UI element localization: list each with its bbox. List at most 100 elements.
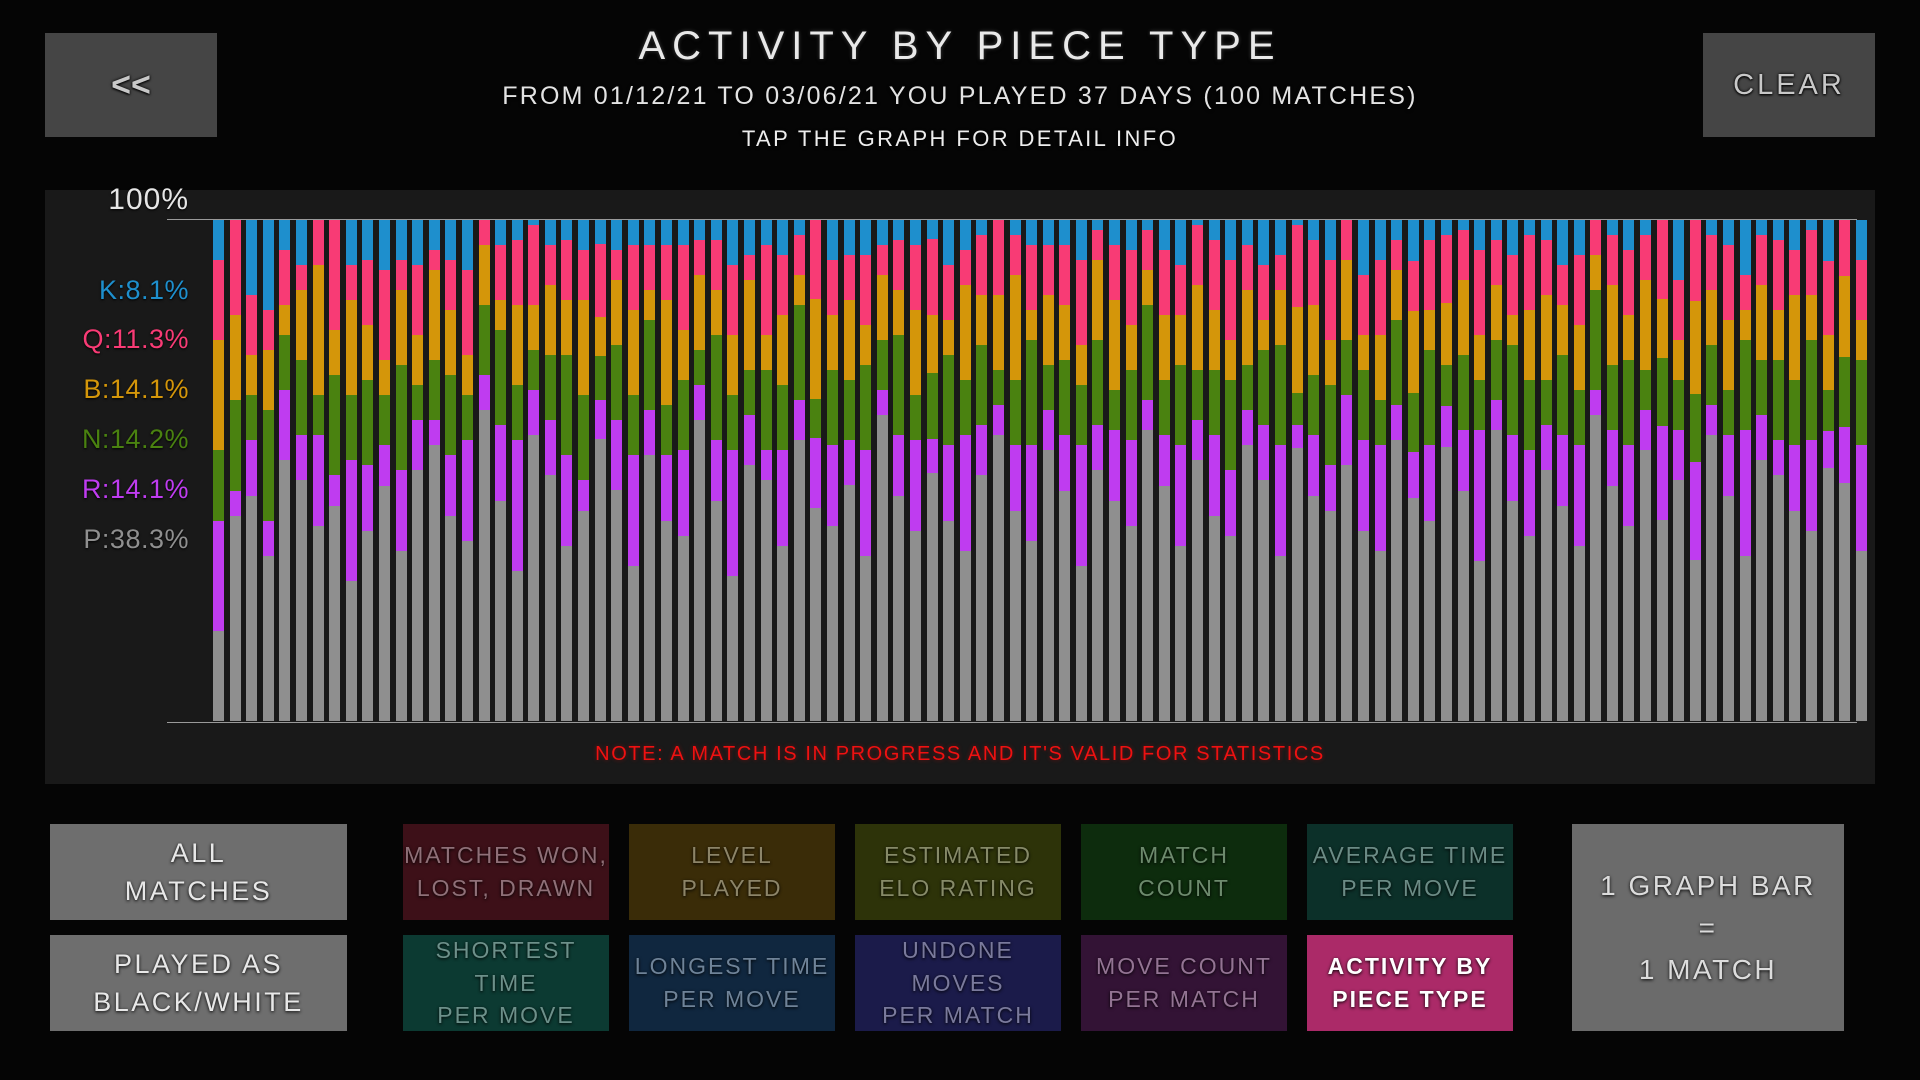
bar-match-55[interactable] (1109, 220, 1121, 721)
bar-match-97[interactable] (1806, 220, 1817, 721)
bar-match-50[interactable] (1026, 220, 1038, 721)
bar-match-82[interactable] (1557, 220, 1569, 721)
stat-button-longest-time-per-move[interactable]: LONGEST TIME PER MOVE (629, 935, 835, 1031)
bar-match-56[interactable] (1125, 220, 1137, 721)
bar-match-30[interactable] (694, 220, 706, 721)
bar-match-88[interactable] (1656, 220, 1668, 721)
bar-match-1[interactable] (213, 220, 224, 721)
bar-match-33[interactable] (744, 220, 755, 721)
bar-match-16[interactable] (461, 220, 473, 721)
bar-match-81[interactable] (1540, 220, 1552, 721)
bar-match-49[interactable] (1009, 220, 1021, 721)
bar-match-83[interactable] (1573, 220, 1585, 721)
stat-button-activity-by-piece-type[interactable]: ACTIVITY BY PIECE TYPE (1307, 935, 1513, 1031)
stat-button-match-count[interactable]: MATCH COUNT (1081, 824, 1287, 920)
bar-match-29[interactable] (677, 220, 689, 721)
stacked-bar-series[interactable] (213, 220, 1867, 721)
bar-match-77[interactable] (1474, 220, 1486, 721)
bar-match-9[interactable] (345, 220, 357, 721)
bar-match-4[interactable] (262, 220, 274, 721)
bar-match-5[interactable] (279, 220, 291, 721)
bar-match-10[interactable] (362, 220, 374, 721)
bar-match-28[interactable] (661, 220, 673, 721)
bar-match-100[interactable] (1855, 220, 1867, 721)
bar-match-94[interactable] (1756, 220, 1768, 721)
bar-match-68[interactable] (1324, 220, 1336, 721)
bar-match-92[interactable] (1723, 220, 1735, 721)
stat-button-move-count-per-match[interactable]: MOVE COUNT PER MATCH (1081, 935, 1287, 1031)
bar-match-48[interactable] (992, 220, 1004, 721)
bar-match-23[interactable] (578, 220, 590, 721)
bar-match-35[interactable] (777, 220, 789, 721)
bar-match-69[interactable] (1341, 220, 1353, 721)
bar-match-20[interactable] (528, 220, 540, 721)
bar-match-71[interactable] (1374, 220, 1386, 721)
bar-match-76[interactable] (1457, 220, 1469, 721)
bar-match-34[interactable] (760, 220, 772, 721)
bar-match-98[interactable] (1822, 220, 1834, 721)
bar-match-13[interactable] (412, 220, 424, 721)
bar-match-67[interactable] (1308, 220, 1320, 721)
bar-match-79[interactable] (1507, 220, 1519, 721)
bar-match-51[interactable] (1042, 220, 1054, 721)
bar-match-27[interactable] (644, 220, 656, 721)
bar-match-52[interactable] (1059, 220, 1071, 721)
bar-match-11[interactable] (378, 220, 390, 721)
bar-match-6[interactable] (295, 220, 307, 721)
bar-match-73[interactable] (1407, 220, 1419, 721)
bar-match-46[interactable] (959, 220, 971, 721)
bar-match-25[interactable] (611, 220, 623, 721)
bar-match-90[interactable] (1689, 220, 1701, 721)
bar-match-91[interactable] (1706, 220, 1718, 721)
bar-match-45[interactable] (943, 220, 955, 721)
bar-match-78[interactable] (1490, 220, 1502, 721)
graph-bar-legend[interactable]: 1 GRAPH BAR = 1 MATCH (1572, 824, 1844, 1031)
bar-match-58[interactable] (1158, 220, 1170, 721)
mode-button-played-as-color[interactable]: PLAYED AS BLACK/WHITE (50, 935, 347, 1031)
bar-match-89[interactable] (1673, 220, 1685, 721)
bar-match-57[interactable] (1142, 220, 1154, 721)
bar-match-60[interactable] (1192, 220, 1204, 721)
bar-match-66[interactable] (1291, 220, 1303, 721)
bar-match-41[interactable] (876, 220, 888, 721)
bar-match-15[interactable] (445, 220, 457, 721)
bar-match-38[interactable] (826, 220, 838, 721)
bar-match-99[interactable] (1839, 220, 1851, 721)
bar-match-32[interactable] (727, 220, 739, 721)
bar-match-47[interactable] (976, 220, 988, 721)
bar-match-62[interactable] (1225, 220, 1237, 721)
bar-match-72[interactable] (1391, 220, 1403, 721)
stat-button-level-played[interactable]: LEVEL PLAYED (629, 824, 835, 920)
bar-match-84[interactable] (1590, 220, 1602, 721)
bar-match-95[interactable] (1772, 220, 1784, 721)
bar-match-87[interactable] (1640, 220, 1652, 721)
bar-match-93[interactable] (1739, 220, 1751, 721)
bar-match-22[interactable] (561, 220, 573, 721)
bar-match-12[interactable] (395, 220, 407, 721)
bar-match-21[interactable] (544, 220, 556, 721)
bar-match-7[interactable] (312, 220, 324, 721)
bar-match-74[interactable] (1424, 220, 1436, 721)
bar-match-39[interactable] (843, 220, 855, 721)
stat-button-matches-won-lost-drawn[interactable]: MATCHES WON, LOST, DRAWN (403, 824, 609, 920)
bar-match-3[interactable] (246, 220, 258, 721)
stat-button-shortest-time-per-move[interactable]: SHORTEST TIME PER MOVE (403, 935, 609, 1031)
bar-match-63[interactable] (1241, 220, 1253, 721)
bar-match-24[interactable] (594, 220, 606, 721)
bar-match-18[interactable] (495, 220, 507, 721)
bar-match-17[interactable] (478, 220, 490, 721)
chart-plot-area[interactable] (167, 219, 1867, 723)
bar-match-31[interactable] (710, 220, 722, 721)
bar-match-42[interactable] (893, 220, 905, 721)
chart-panel[interactable]: 100% K:8.1% Q:11.3% B:14.1% N:14.2% R:14.1% P… (45, 183, 1875, 784)
bar-match-85[interactable] (1606, 220, 1618, 721)
bar-match-43[interactable] (909, 220, 921, 721)
bar-match-96[interactable] (1789, 220, 1801, 721)
bar-match-8[interactable] (329, 220, 341, 721)
mode-button-all-matches[interactable]: ALL MATCHES (50, 824, 347, 920)
bar-match-70[interactable] (1357, 220, 1369, 721)
bar-match-19[interactable] (511, 220, 523, 721)
bar-match-65[interactable] (1275, 220, 1286, 721)
bar-match-61[interactable] (1208, 220, 1220, 721)
bar-match-14[interactable] (428, 220, 440, 721)
